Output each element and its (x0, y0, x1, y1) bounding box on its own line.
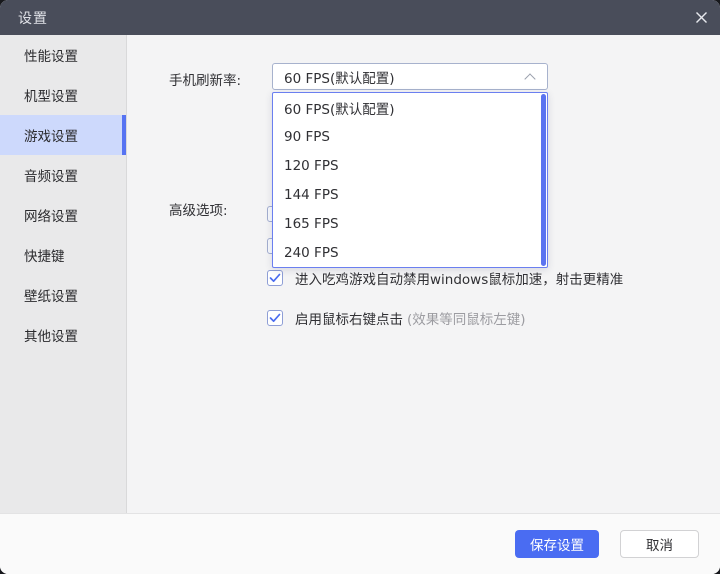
sidebar-item-label: 快捷键 (24, 249, 65, 265)
titlebar: 设置 (0, 0, 720, 35)
chevron-up-icon (524, 73, 536, 85)
sidebar-item-label: 音频设置 (24, 169, 78, 185)
footer-bar: 保存设置 取消 (0, 513, 720, 574)
close-button[interactable] (682, 0, 720, 35)
close-icon (695, 12, 707, 23)
refresh-rate-label: 手机刷新率: (169, 73, 242, 89)
dropdown-options: 60 FPS(默认配置) 90 FPS 120 FPS 144 FPS 165 FPS 2… (273, 93, 547, 267)
dropdown-scrollbar[interactable] (541, 94, 546, 266)
dropdown-option[interactable]: 165 FPS (273, 209, 547, 238)
window-title: 设置 (18, 10, 48, 27)
sidebar-item[interactable]: 游戏设置 (0, 115, 126, 155)
sidebar-item-label: 机型设置 (24, 89, 78, 105)
refresh-rate-value: 60 FPS(默认配置) (284, 70, 395, 87)
checkbox-label: 启用鼠标右键点击 (295, 312, 403, 328)
sidebar-item-label: 游戏设置 (24, 129, 78, 145)
refresh-rate-select[interactable]: 60 FPS(默认配置) (272, 63, 548, 90)
checkbox-row: 进入吃鸡游戏自动禁用windows鼠标加速，射击更精准 (267, 270, 627, 288)
sidebar-item[interactable]: 快捷键 (0, 235, 126, 275)
checkbox-note: (效果等同鼠标左键) (407, 312, 526, 328)
sidebar-item-label: 其他设置 (24, 329, 78, 345)
advanced-options-label: 高级选项: (169, 203, 228, 219)
sidebar-item[interactable]: 性能设置 (0, 35, 126, 75)
checkbox[interactable] (267, 270, 283, 286)
save-button[interactable]: 保存设置 (515, 530, 599, 558)
sidebar: 性能设置 机型设置 游戏设置 音频设置 网络设置 快捷键 壁纸设置 其他设置 (0, 35, 127, 513)
dropdown-option[interactable]: 60 FPS(默认配置) (273, 93, 547, 122)
checkbox-row: 启用鼠标右键点击 (效果等同鼠标左键) (267, 310, 627, 328)
checkbox-label: 进入吃鸡游戏自动禁用windows鼠标加速，射击更精准 (295, 272, 624, 288)
sidebar-item-label: 壁纸设置 (24, 289, 78, 305)
cancel-button[interactable]: 取消 (620, 530, 699, 558)
sidebar-item-label: 网络设置 (24, 209, 78, 225)
dropdown-option[interactable]: 90 FPS (273, 122, 547, 151)
sidebar-item[interactable]: 其他设置 (0, 315, 126, 355)
settings-window: 设置 性能设置 机型设置 游戏设置 音频设置 网络设置 快捷键 壁纸设置 其他设… (0, 0, 720, 574)
selected-accent-bar (122, 115, 126, 155)
sidebar-item[interactable]: 壁纸设置 (0, 275, 126, 315)
check-icon (269, 273, 281, 283)
advanced-checkbox-group: 进入吃鸡游戏自动禁用windows鼠标加速，射击更精准 启用鼠标右键点击 (效果… (267, 270, 627, 350)
sidebar-item[interactable]: 音频设置 (0, 155, 126, 195)
checkbox[interactable] (267, 310, 283, 326)
dropdown-option[interactable]: 240 FPS (273, 238, 547, 267)
check-icon (269, 313, 281, 323)
dropdown-option[interactable]: 120 FPS (273, 151, 547, 180)
sidebar-item-label: 性能设置 (24, 49, 78, 65)
sidebar-item[interactable]: 网络设置 (0, 195, 126, 235)
content-panel: 手机刷新率: 60 FPS(默认配置) 高级选项: 60 FPS(默认配置) 90… (127, 35, 720, 513)
sidebar-item[interactable]: 机型设置 (0, 75, 126, 115)
refresh-rate-dropdown: 60 FPS(默认配置) 90 FPS 120 FPS 144 FPS 165 FPS 2… (272, 92, 548, 268)
dropdown-option[interactable]: 144 FPS (273, 180, 547, 209)
